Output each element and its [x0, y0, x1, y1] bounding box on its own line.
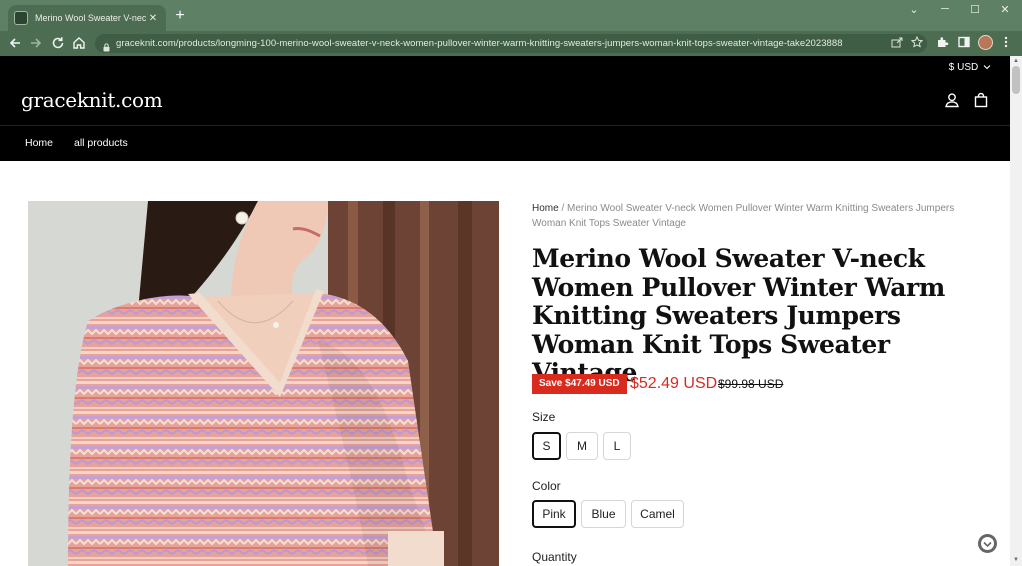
scroll-thumb[interactable]: [1012, 66, 1020, 94]
color-option-camel[interactable]: Camel: [631, 500, 684, 528]
reload-icon[interactable]: [50, 35, 66, 51]
kebab-menu-icon[interactable]: [998, 35, 1014, 53]
chat-icon: [981, 537, 994, 550]
color-option-pink[interactable]: Pink: [532, 500, 576, 528]
size-option-m[interactable]: M: [566, 432, 598, 460]
minimize-button[interactable]: ─: [938, 3, 952, 15]
currency-selector[interactable]: $ USD: [949, 62, 991, 73]
tab-close-icon[interactable]: ✕: [146, 13, 160, 24]
tab-title: Merino Wool Sweater V-neck Wo: [35, 13, 146, 23]
browser-tab[interactable]: Merino Wool Sweater V-neck Wo ✕: [8, 5, 166, 31]
cart-icon[interactable]: [973, 92, 989, 108]
back-icon[interactable]: [7, 35, 23, 51]
account-icon[interactable]: [944, 92, 960, 108]
quantity-label: Quantity: [532, 550, 577, 564]
url-text[interactable]: graceknit.com/products/longming-100-meri…: [116, 38, 843, 49]
nav-all-products-link[interactable]: all products: [74, 137, 128, 149]
color-label: Color: [532, 479, 561, 493]
window-close-button[interactable]: ✕: [998, 3, 1012, 16]
star-icon[interactable]: [910, 35, 924, 53]
home-icon[interactable]: [71, 35, 87, 51]
browser-tab-bar: Merino Wool Sweater V-neck Wo ✕ + ⌄ ─ ☐ …: [0, 0, 1022, 31]
side-panel-icon[interactable]: [956, 35, 972, 53]
size-option-s[interactable]: S: [532, 432, 561, 460]
header-divider: [0, 125, 1010, 126]
tab-favicon-icon: [14, 11, 28, 25]
tab-search-icon[interactable]: ⌄: [907, 3, 921, 16]
forward-icon[interactable]: [28, 35, 44, 51]
lock-icon[interactable]: [103, 39, 110, 52]
breadcrumb-home-link[interactable]: Home: [532, 203, 559, 214]
scroll-up-icon[interactable]: ▲: [1012, 57, 1020, 65]
share-icon[interactable]: [891, 36, 903, 53]
color-option-blue[interactable]: Blue: [581, 500, 626, 528]
browser-toolbar: graceknit.com/products/longming-100-meri…: [0, 31, 1022, 56]
nav-home-link[interactable]: Home: [25, 137, 53, 149]
chat-widget-button[interactable]: [978, 534, 997, 553]
product-title: Merino Wool Sweater V-neck Women Pullove…: [532, 244, 945, 387]
new-tab-button[interactable]: +: [172, 7, 188, 25]
page-scrollbar[interactable]: ▲ ▼: [1010, 56, 1022, 566]
size-option-l[interactable]: L: [603, 432, 631, 460]
store-header: $ USD graceknit.com Home all products: [0, 56, 1010, 161]
currency-label: $ USD: [948, 62, 979, 73]
scroll-down-icon[interactable]: ▼: [1012, 556, 1020, 564]
breadcrumb: Home / Merino Wool Sweater V-neck Women …: [532, 201, 982, 231]
size-label: Size: [532, 410, 556, 424]
profile-avatar[interactable]: [978, 35, 993, 50]
save-badge: Save $47.49 USD: [532, 374, 627, 394]
address-bar[interactable]: graceknit.com/products/longming-100-meri…: [95, 34, 927, 53]
product-image[interactable]: [28, 201, 499, 566]
breadcrumb-separator: /: [558, 203, 568, 214]
extensions-icon[interactable]: [935, 35, 951, 53]
sale-price: $52.49 USD: [630, 375, 718, 392]
breadcrumb-current: Merino Wool Sweater V-neck Women Pullove…: [532, 203, 955, 229]
compare-at-price: $99.98 USD: [718, 377, 784, 391]
maximize-button[interactable]: ☐: [968, 3, 982, 16]
store-logo[interactable]: graceknit.com: [21, 88, 163, 112]
chevron-down-icon: [983, 65, 991, 70]
